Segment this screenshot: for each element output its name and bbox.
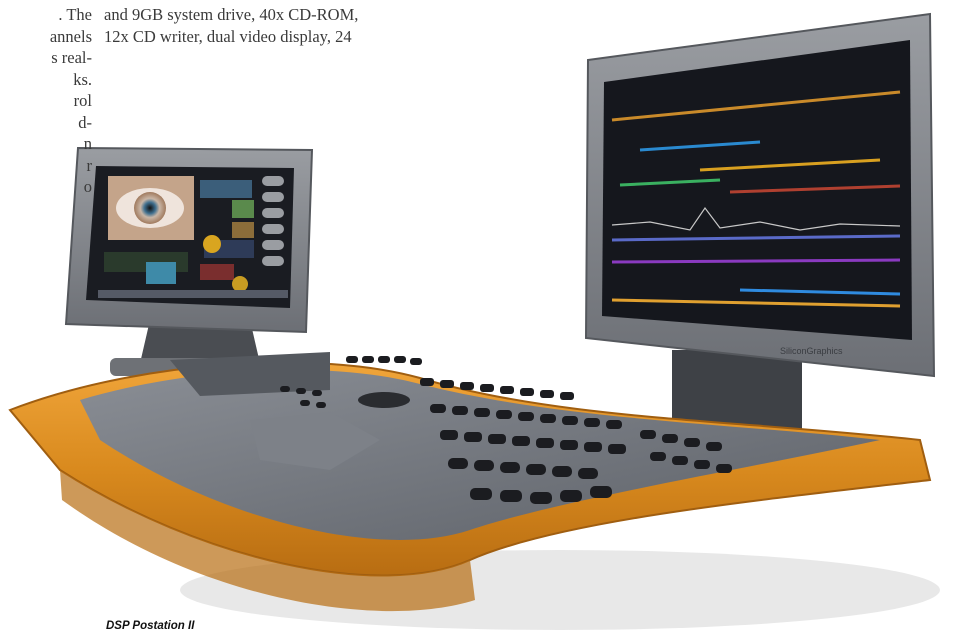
article-text-right-column: and 9GB system drive, 40x CD-ROM, 12x CD… bbox=[104, 4, 404, 47]
text-line: s real- bbox=[51, 48, 92, 67]
text-line: r bbox=[86, 155, 93, 175]
small-monitor bbox=[64, 146, 314, 376]
text-line: rol bbox=[73, 91, 92, 110]
text-line: ks. bbox=[73, 69, 92, 89]
photo-caption: DSP Postation II bbox=[106, 620, 195, 632]
text-line: 12x CD writer, dual video display, 24 bbox=[104, 26, 352, 46]
text-line: d- bbox=[78, 112, 92, 132]
monitor-brand-text: SiliconGraphics bbox=[780, 346, 843, 356]
product-photo: SiliconGraphics bbox=[8, 12, 940, 630]
text-line: o bbox=[83, 177, 92, 196]
text-line: . The bbox=[58, 5, 92, 24]
large-monitor: SiliconGraphics bbox=[584, 12, 936, 430]
article-text-left-column: . The annels s real- ks. rol d- n r o bbox=[0, 4, 92, 198]
text-line: annels bbox=[49, 26, 92, 46]
text-line: n bbox=[83, 134, 92, 153]
text-line: and 9GB system drive, 40x CD-ROM, bbox=[104, 5, 359, 24]
